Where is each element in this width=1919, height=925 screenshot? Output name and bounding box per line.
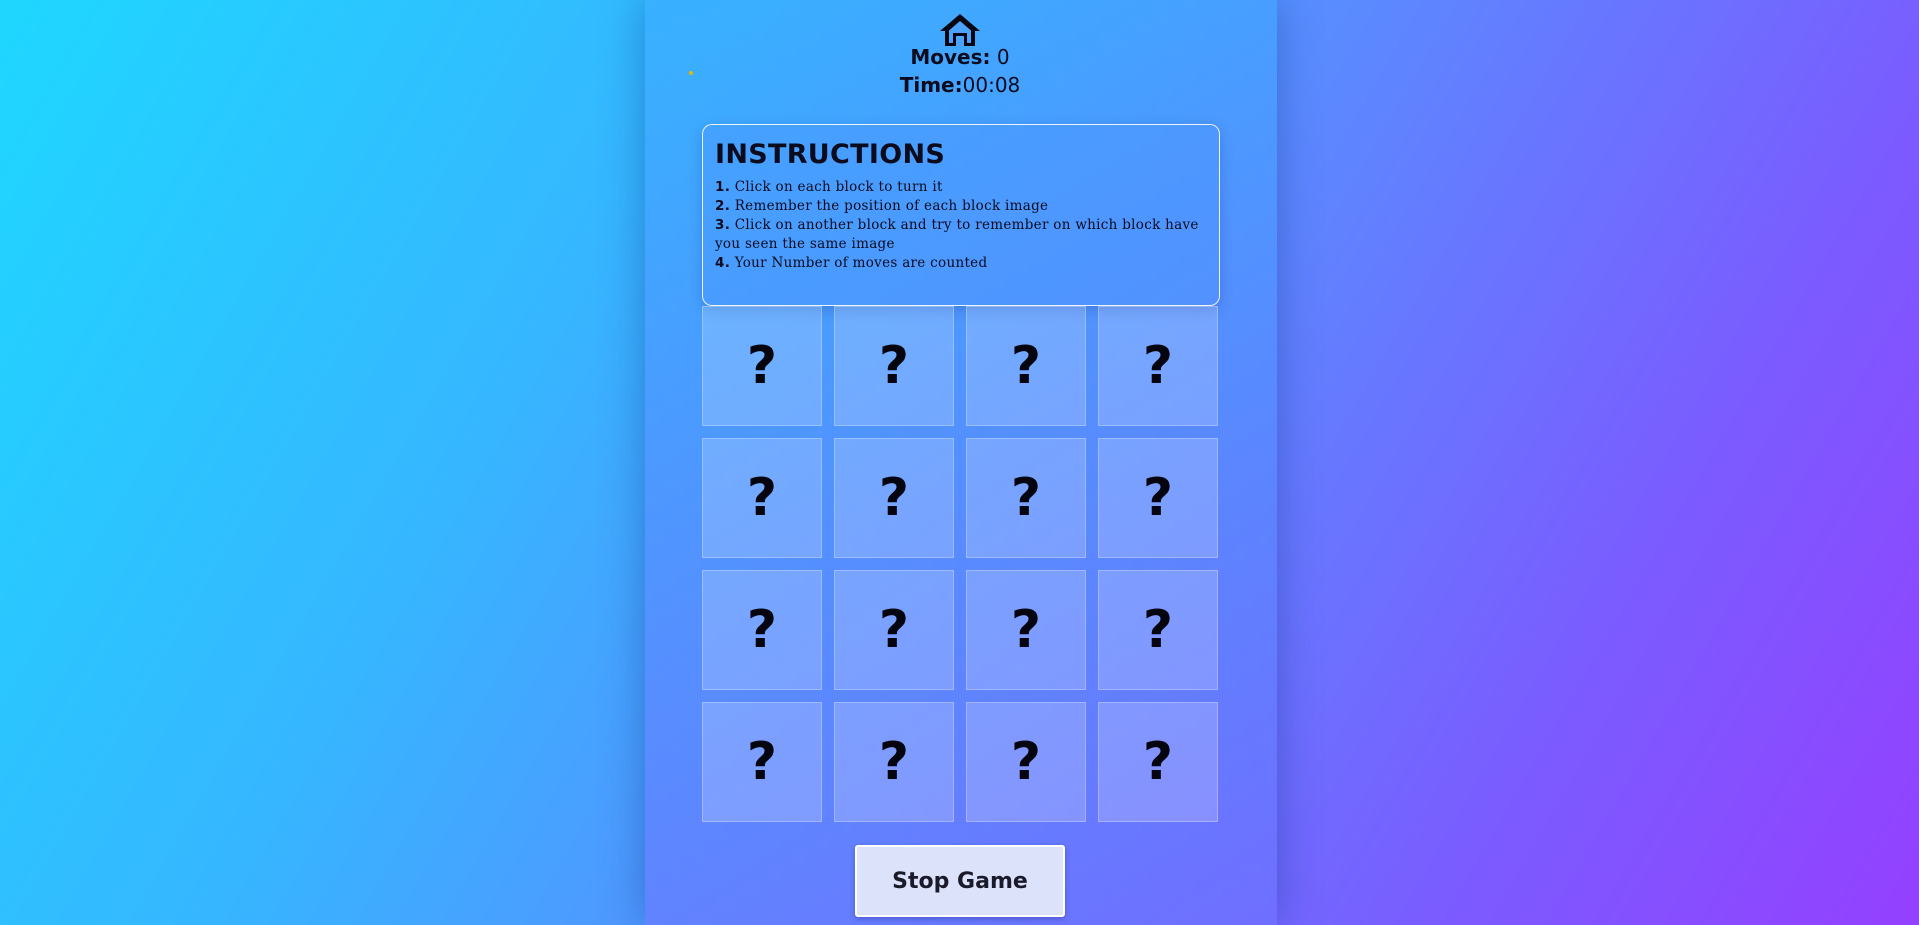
moves-label: Moves: <box>910 45 991 69</box>
instruction-number: 4. <box>715 255 731 271</box>
instruction-number: 1. <box>715 179 731 195</box>
instruction-text: Click on another block and try to rememb… <box>715 217 1199 252</box>
instruction-item: 3. Click on another block and try to rem… <box>715 216 1207 254</box>
card-grid: ? ? ? ? ? ? ? ? ? ? ? ? ? ? ? ? <box>702 306 1218 822</box>
instruction-text: Click on each block to turn it <box>734 179 943 195</box>
instruction-number: 2. <box>715 198 731 214</box>
card-15[interactable]: ? <box>966 702 1086 822</box>
instruction-item: 4. Your Number of moves are counted <box>715 254 1207 273</box>
instructions-title: INSTRUCTIONS <box>715 139 946 170</box>
card-7[interactable]: ? <box>966 438 1086 558</box>
timer: Time:00:08 <box>860 73 1060 97</box>
instruction-text: Your Number of moves are counted <box>734 255 988 271</box>
card-11[interactable]: ? <box>966 570 1086 690</box>
instruction-item: 1. Click on each block to turn it <box>715 178 1207 197</box>
card-4[interactable]: ? <box>1098 306 1218 426</box>
home-icon[interactable] <box>939 13 981 47</box>
card-9[interactable]: ? <box>702 570 822 690</box>
instruction-text: Remember the position of each block imag… <box>734 198 1049 214</box>
time-value: 00:08 <box>962 73 1021 97</box>
card-13[interactable]: ? <box>702 702 822 822</box>
card-5[interactable]: ? <box>702 438 822 558</box>
card-3[interactable]: ? <box>966 306 1086 426</box>
card-12[interactable]: ? <box>1098 570 1218 690</box>
instruction-item: 2. Remember the position of each block i… <box>715 197 1207 216</box>
card-6[interactable]: ? <box>834 438 954 558</box>
card-8[interactable]: ? <box>1098 438 1218 558</box>
stop-game-button[interactable]: Stop Game <box>855 845 1065 917</box>
time-label: Time: <box>899 73 963 97</box>
decorative-dot <box>689 71 693 75</box>
card-14[interactable]: ? <box>834 702 954 822</box>
instructions-box: INSTRUCTIONS 1. Click on each block to t… <box>702 124 1220 306</box>
card-2[interactable]: ? <box>834 306 954 426</box>
card-16[interactable]: ? <box>1098 702 1218 822</box>
instruction-number: 3. <box>715 217 731 233</box>
card-1[interactable]: ? <box>702 306 822 426</box>
moves-counter: Moves: 0 <box>860 45 1060 69</box>
card-10[interactable]: ? <box>834 570 954 690</box>
moves-value: 0 <box>996 45 1010 69</box>
